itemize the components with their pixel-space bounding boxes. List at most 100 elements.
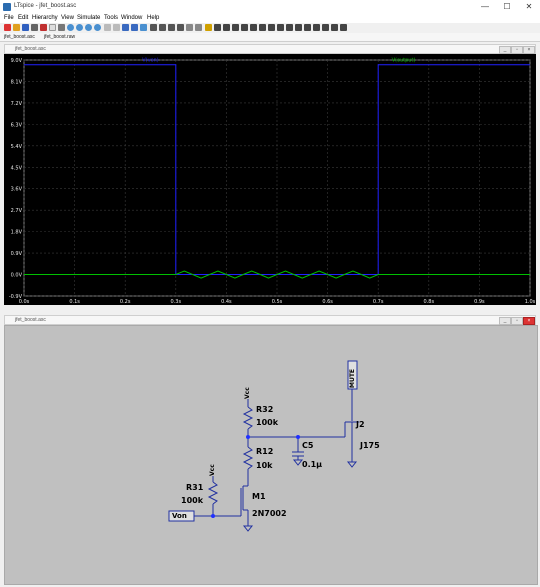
j2-name: J2: [356, 420, 365, 429]
r32-value: 100k: [256, 418, 279, 427]
zoom-in-icon[interactable]: [67, 24, 74, 31]
close-all-icon[interactable]: [140, 24, 147, 31]
cut-icon[interactable]: [150, 24, 157, 31]
schematic-window-titlebar: jfet_boost.asc _ ▫ ×: [4, 315, 536, 325]
open-icon[interactable]: [13, 24, 20, 31]
plot-minimize-button[interactable]: _: [499, 46, 511, 54]
schematic-window-title: jfet_boost.asc: [15, 317, 46, 323]
redo-icon[interactable]: [304, 24, 311, 31]
x-tick-label: 0.1s: [69, 299, 80, 305]
x-tick-label: 0.3s: [171, 299, 182, 305]
title-bar: [0, 0, 540, 15]
find-icon[interactable]: [177, 24, 184, 31]
zoom-area-icon[interactable]: [76, 24, 83, 31]
plot-window-titlebar: jfet_boost.asc _ ▫ ×: [4, 44, 536, 54]
plot-restore-button[interactable]: ▫: [511, 46, 523, 54]
ground-icon-m1: [242, 525, 254, 532]
waveform-chart[interactable]: 9.0V 8.1V 7.2V 6.3V 5.4V 4.5V 3.6V 2.7V 1.8V 0.9V…: [4, 54, 536, 306]
minimize-button[interactable]: —: [474, 0, 496, 14]
diode-icon[interactable]: [259, 24, 266, 31]
cascade-icon[interactable]: [131, 24, 138, 31]
document-tab-bar: [0, 33, 540, 42]
y-tick-label: 9.0V: [11, 58, 23, 64]
resistor-icon[interactable]: [232, 24, 239, 31]
r31-resistor: [207, 481, 219, 505]
mirror-icon[interactable]: [322, 24, 329, 31]
junction-dot: [246, 435, 250, 439]
menu-help[interactable]: Help: [147, 14, 159, 23]
print-preview-icon[interactable]: [195, 24, 202, 31]
tab-waveform[interactable]: jfet_boost.raw: [44, 33, 75, 41]
vcc-label-1: Vcc: [244, 387, 251, 399]
label-net-icon[interactable]: [223, 24, 230, 31]
tile-vertical-icon[interactable]: [113, 24, 120, 31]
zoom-out-icon[interactable]: [85, 24, 92, 31]
print-icon[interactable]: [186, 24, 193, 31]
ground-icon-j2: [346, 461, 358, 468]
halt-icon[interactable]: [49, 24, 56, 31]
m1-value: 2N7002: [252, 509, 287, 518]
inductor-icon[interactable]: [250, 24, 257, 31]
schematic-minimize-button[interactable]: _: [499, 317, 511, 325]
x-tick-label: 0.9s: [474, 299, 485, 305]
schematic-restore-button[interactable]: ▫: [511, 317, 523, 325]
zoom-fit-icon[interactable]: [94, 24, 101, 31]
y-tick-label: 4.5V: [11, 165, 23, 171]
y-tick-label: 2.7V: [11, 208, 23, 214]
plot-window-title: jfet_boost.asc: [15, 46, 46, 52]
menu-file[interactable]: File: [4, 14, 14, 23]
trace-label-von: V(von): [142, 58, 159, 64]
schematic-close-button[interactable]: ×: [523, 317, 535, 325]
j2-value: J175: [360, 441, 380, 450]
paste-icon[interactable]: [168, 24, 175, 31]
plot-close-button[interactable]: ×: [523, 46, 535, 54]
save-icon[interactable]: [22, 24, 29, 31]
menu-window[interactable]: Window: [121, 14, 142, 23]
menu-simulate[interactable]: Simulate: [77, 14, 100, 23]
y-tick-label: 0.9V: [11, 251, 23, 257]
menu-tools[interactable]: Tools: [104, 14, 118, 23]
y-tick-label: 1.8V: [11, 230, 23, 236]
x-tick-label: 0.6s: [322, 299, 333, 305]
x-tick-label: 0.7s: [373, 299, 384, 305]
undo-icon[interactable]: [295, 24, 302, 31]
schematic-pane[interactable]: MUTE Vcc R32 100k C5 0.1µ J2 J175 R12 10…: [4, 325, 538, 585]
close-button[interactable]: ✕: [518, 0, 540, 14]
pan-icon[interactable]: [58, 24, 65, 31]
y-tick-label: 6.3V: [11, 122, 23, 128]
x-tick-label: 0.0s: [19, 299, 30, 305]
tile-horizontal-icon[interactable]: [122, 24, 129, 31]
control-panel-icon[interactable]: [31, 24, 38, 31]
draw-wire-icon[interactable]: [205, 24, 212, 31]
x-tick-label: 0.2s: [120, 299, 131, 305]
rotate-icon[interactable]: [313, 24, 320, 31]
component-icon[interactable]: [268, 24, 275, 31]
capacitor-icon[interactable]: [241, 24, 248, 31]
autorange-icon[interactable]: [104, 24, 111, 31]
y-tick-label: 8.1V: [11, 79, 23, 85]
menu-edit[interactable]: Edit: [18, 14, 28, 23]
r12-name: R12: [256, 447, 274, 456]
r31-value: 100k: [181, 496, 204, 505]
copy-icon[interactable]: [159, 24, 166, 31]
tab-schematic[interactable]: jfet_boost.asc: [4, 33, 35, 41]
ground-icon[interactable]: [214, 24, 221, 31]
move-icon[interactable]: [277, 24, 284, 31]
c5-name: C5: [302, 441, 314, 450]
run-icon[interactable]: [40, 24, 47, 31]
new-schematic-icon[interactable]: [4, 24, 11, 31]
menu-hierarchy[interactable]: Hierarchy: [32, 14, 58, 23]
y-tick-label: 5.4V: [11, 144, 23, 150]
drag-icon[interactable]: [286, 24, 293, 31]
menu-view[interactable]: View: [61, 14, 74, 23]
mute-label: MUTE: [349, 368, 356, 388]
maximize-button[interactable]: ☐: [496, 0, 518, 14]
r31-name: R31: [186, 483, 204, 492]
junction-dot: [296, 435, 300, 439]
spice-directive-icon[interactable]: [340, 24, 347, 31]
y-tick-label: 7.2V: [11, 101, 23, 107]
vcc-label-2: Vcc: [209, 464, 216, 476]
text-icon[interactable]: [331, 24, 338, 31]
r32-name: R32: [256, 405, 274, 414]
waveform-plot-pane[interactable]: 9.0V 8.1V 7.2V 6.3V 5.4V 4.5V 3.6V 2.7V 1.8V 0.9V…: [4, 54, 536, 305]
